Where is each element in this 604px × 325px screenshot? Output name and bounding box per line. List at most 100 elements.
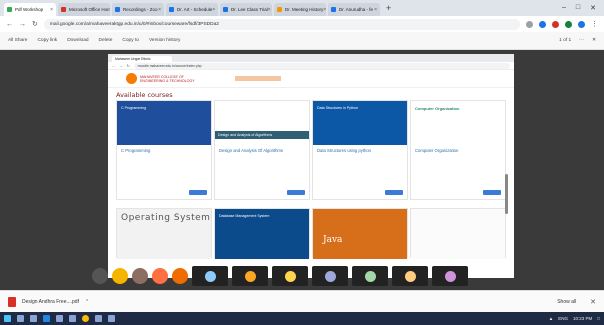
edge-icon[interactable] bbox=[43, 315, 50, 322]
participant-tile[interactable] bbox=[232, 266, 268, 286]
course-image[interactable]: Design and Analysis of Algorithms bbox=[215, 101, 309, 145]
browser-tab[interactable]: Dr. Meeting History × bbox=[274, 3, 326, 16]
delete-button[interactable]: Delete bbox=[99, 38, 113, 43]
participant-tile[interactable] bbox=[312, 266, 348, 286]
close-icon[interactable]: ✕ bbox=[592, 38, 596, 43]
participant-tile[interactable] bbox=[352, 266, 388, 286]
participant-avatar[interactable] bbox=[112, 268, 128, 284]
menu-icon[interactable]: ⋮ bbox=[591, 20, 598, 28]
url-field[interactable]: mail.google.com/a/mahaveeraktgp.edu.in/u… bbox=[43, 18, 520, 30]
version-history-button[interactable]: Version history bbox=[149, 38, 180, 43]
close-tab-icon[interactable]: × bbox=[374, 7, 377, 13]
zoom-app-icon[interactable] bbox=[95, 315, 102, 322]
clock[interactable]: 10:23 PM bbox=[573, 316, 592, 321]
browser-tab[interactable]: Dr. Lee Class Trial × bbox=[220, 3, 272, 16]
participant-avatar[interactable] bbox=[172, 268, 188, 284]
extension-icon[interactable] bbox=[552, 20, 559, 28]
copy-link-button[interactable]: Copy link bbox=[37, 38, 57, 43]
chrome-icon[interactable] bbox=[82, 315, 89, 322]
course-image[interactable]: Operating System bbox=[117, 209, 211, 259]
course-card[interactable] bbox=[410, 208, 506, 259]
browser-tab[interactable]: Dr. Art - Schedule × bbox=[166, 3, 218, 16]
course-title-link[interactable]: Data Structures using python bbox=[313, 145, 407, 157]
inner-tab[interactable]: Mahaveer Ungar Ethnic bbox=[112, 56, 172, 62]
course-card[interactable]: Database Management System bbox=[214, 208, 310, 259]
new-tab-button[interactable]: + bbox=[386, 3, 391, 13]
course-card[interactable]: C Programming C Programming bbox=[116, 100, 212, 200]
course-image[interactable] bbox=[411, 209, 505, 259]
inner-url-field[interactable]: moodle.mahaveer.edu.in/course/index.php bbox=[133, 62, 510, 69]
browser-tab[interactable]: Microsoft Office Hom× bbox=[58, 3, 110, 16]
download-button[interactable]: Download bbox=[67, 38, 88, 43]
browser-tab-strip: Pdf Workshop×Microsoft Office Hom×Record… bbox=[0, 0, 604, 16]
course-title-link[interactable]: Computer Organization bbox=[411, 145, 505, 157]
course-card[interactable]: Computer Organization Computer Organizati… bbox=[410, 100, 506, 200]
extension-icon[interactable] bbox=[565, 20, 572, 28]
store-icon[interactable] bbox=[69, 315, 76, 322]
participant-avatar bbox=[444, 270, 456, 282]
course-title-link[interactable]: Design and Analysis Of Algorithms bbox=[215, 145, 309, 157]
participant-tile[interactable] bbox=[392, 266, 428, 286]
course-image-text: Operating System bbox=[121, 213, 211, 223]
maximize-button[interactable]: □ bbox=[576, 4, 580, 12]
course-access-button[interactable] bbox=[385, 190, 403, 195]
close-icon[interactable]: ✕ bbox=[590, 298, 596, 306]
minimize-button[interactable]: – bbox=[562, 4, 566, 12]
word-app-icon[interactable] bbox=[108, 315, 115, 322]
close-tab-icon[interactable]: × bbox=[50, 7, 53, 13]
course-card[interactable]: Operating System bbox=[116, 208, 212, 259]
inner-back-icon[interactable]: ← bbox=[112, 64, 115, 68]
course-access-button[interactable] bbox=[287, 190, 305, 195]
extension-icon[interactable] bbox=[539, 20, 546, 28]
course-image[interactable]: Data Structures in Python bbox=[313, 101, 407, 145]
show-all-button[interactable]: Show all bbox=[557, 299, 576, 305]
inner-reload-icon[interactable]: ↻ bbox=[127, 64, 130, 68]
windows-start-icon[interactable] bbox=[4, 315, 11, 322]
participant-tile[interactable] bbox=[432, 266, 468, 286]
task-view-icon[interactable] bbox=[30, 315, 37, 322]
close-tab-icon[interactable]: × bbox=[212, 7, 215, 13]
language-indicator[interactable]: ENG bbox=[558, 316, 568, 321]
notification-icon[interactable]: □ bbox=[597, 316, 600, 321]
chevron-up-icon[interactable]: ⌃ bbox=[85, 299, 89, 305]
file-explorer-icon[interactable] bbox=[56, 315, 63, 322]
participant-avatar[interactable] bbox=[152, 268, 168, 284]
download-file-name[interactable]: Design Andhra Free....pdf bbox=[22, 299, 79, 305]
course-image[interactable]: Database Management System bbox=[215, 209, 309, 259]
search-icon[interactable] bbox=[17, 315, 24, 322]
forward-icon[interactable]: → bbox=[19, 21, 26, 28]
address-bar-row: ← → ↻ mail.google.com/a/mahaveeraktgp.ed… bbox=[0, 16, 604, 32]
course-title-link[interactable]: C Programming bbox=[117, 145, 211, 157]
participant-tile[interactable] bbox=[192, 266, 228, 286]
profile-avatar[interactable] bbox=[578, 20, 585, 28]
browser-tab[interactable]: Dr. Anurudha - fe × bbox=[328, 3, 380, 16]
course-access-button[interactable] bbox=[189, 190, 207, 195]
course-image[interactable]: C Programming bbox=[117, 101, 211, 145]
share-button[interactable]: All Share bbox=[8, 38, 27, 43]
participant-tile[interactable] bbox=[272, 266, 308, 286]
back-icon[interactable]: ← bbox=[6, 21, 13, 28]
copy-to-button[interactable]: Copy to bbox=[122, 38, 139, 43]
course-image[interactable]: Java bbox=[313, 209, 407, 259]
participant-avatar[interactable] bbox=[132, 268, 148, 284]
close-tab-icon[interactable]: × bbox=[268, 7, 271, 13]
close-window-button[interactable]: ✕ bbox=[590, 4, 596, 12]
network-icon[interactable]: ▲ bbox=[549, 316, 553, 321]
video-icon[interactable] bbox=[92, 268, 108, 284]
browser-tab[interactable]: Pdf Workshop × bbox=[4, 3, 56, 16]
scrollbar[interactable] bbox=[505, 174, 508, 214]
close-tab-icon[interactable]: × bbox=[158, 7, 161, 13]
more-options-icon[interactable]: ⋯ bbox=[579, 38, 584, 43]
close-tab-icon[interactable]: × bbox=[323, 7, 326, 13]
course-card[interactable]: Java bbox=[312, 208, 408, 259]
course-image-text: Database Management System bbox=[219, 214, 270, 218]
inner-forward-icon[interactable]: → bbox=[119, 64, 122, 68]
extension-icon[interactable] bbox=[526, 20, 533, 28]
browser-tab[interactable]: Recordings - Zoo × bbox=[112, 3, 164, 16]
tab-label: Recordings - Zoo bbox=[123, 7, 158, 12]
course-card[interactable]: Design and Analysis of Algorithms Design … bbox=[214, 100, 310, 200]
course-access-button[interactable] bbox=[483, 190, 501, 195]
reload-icon[interactable]: ↻ bbox=[32, 20, 38, 28]
course-image[interactable]: Computer Organization bbox=[411, 101, 505, 145]
course-card[interactable]: Data Structures in Python Data Structures… bbox=[312, 100, 408, 200]
